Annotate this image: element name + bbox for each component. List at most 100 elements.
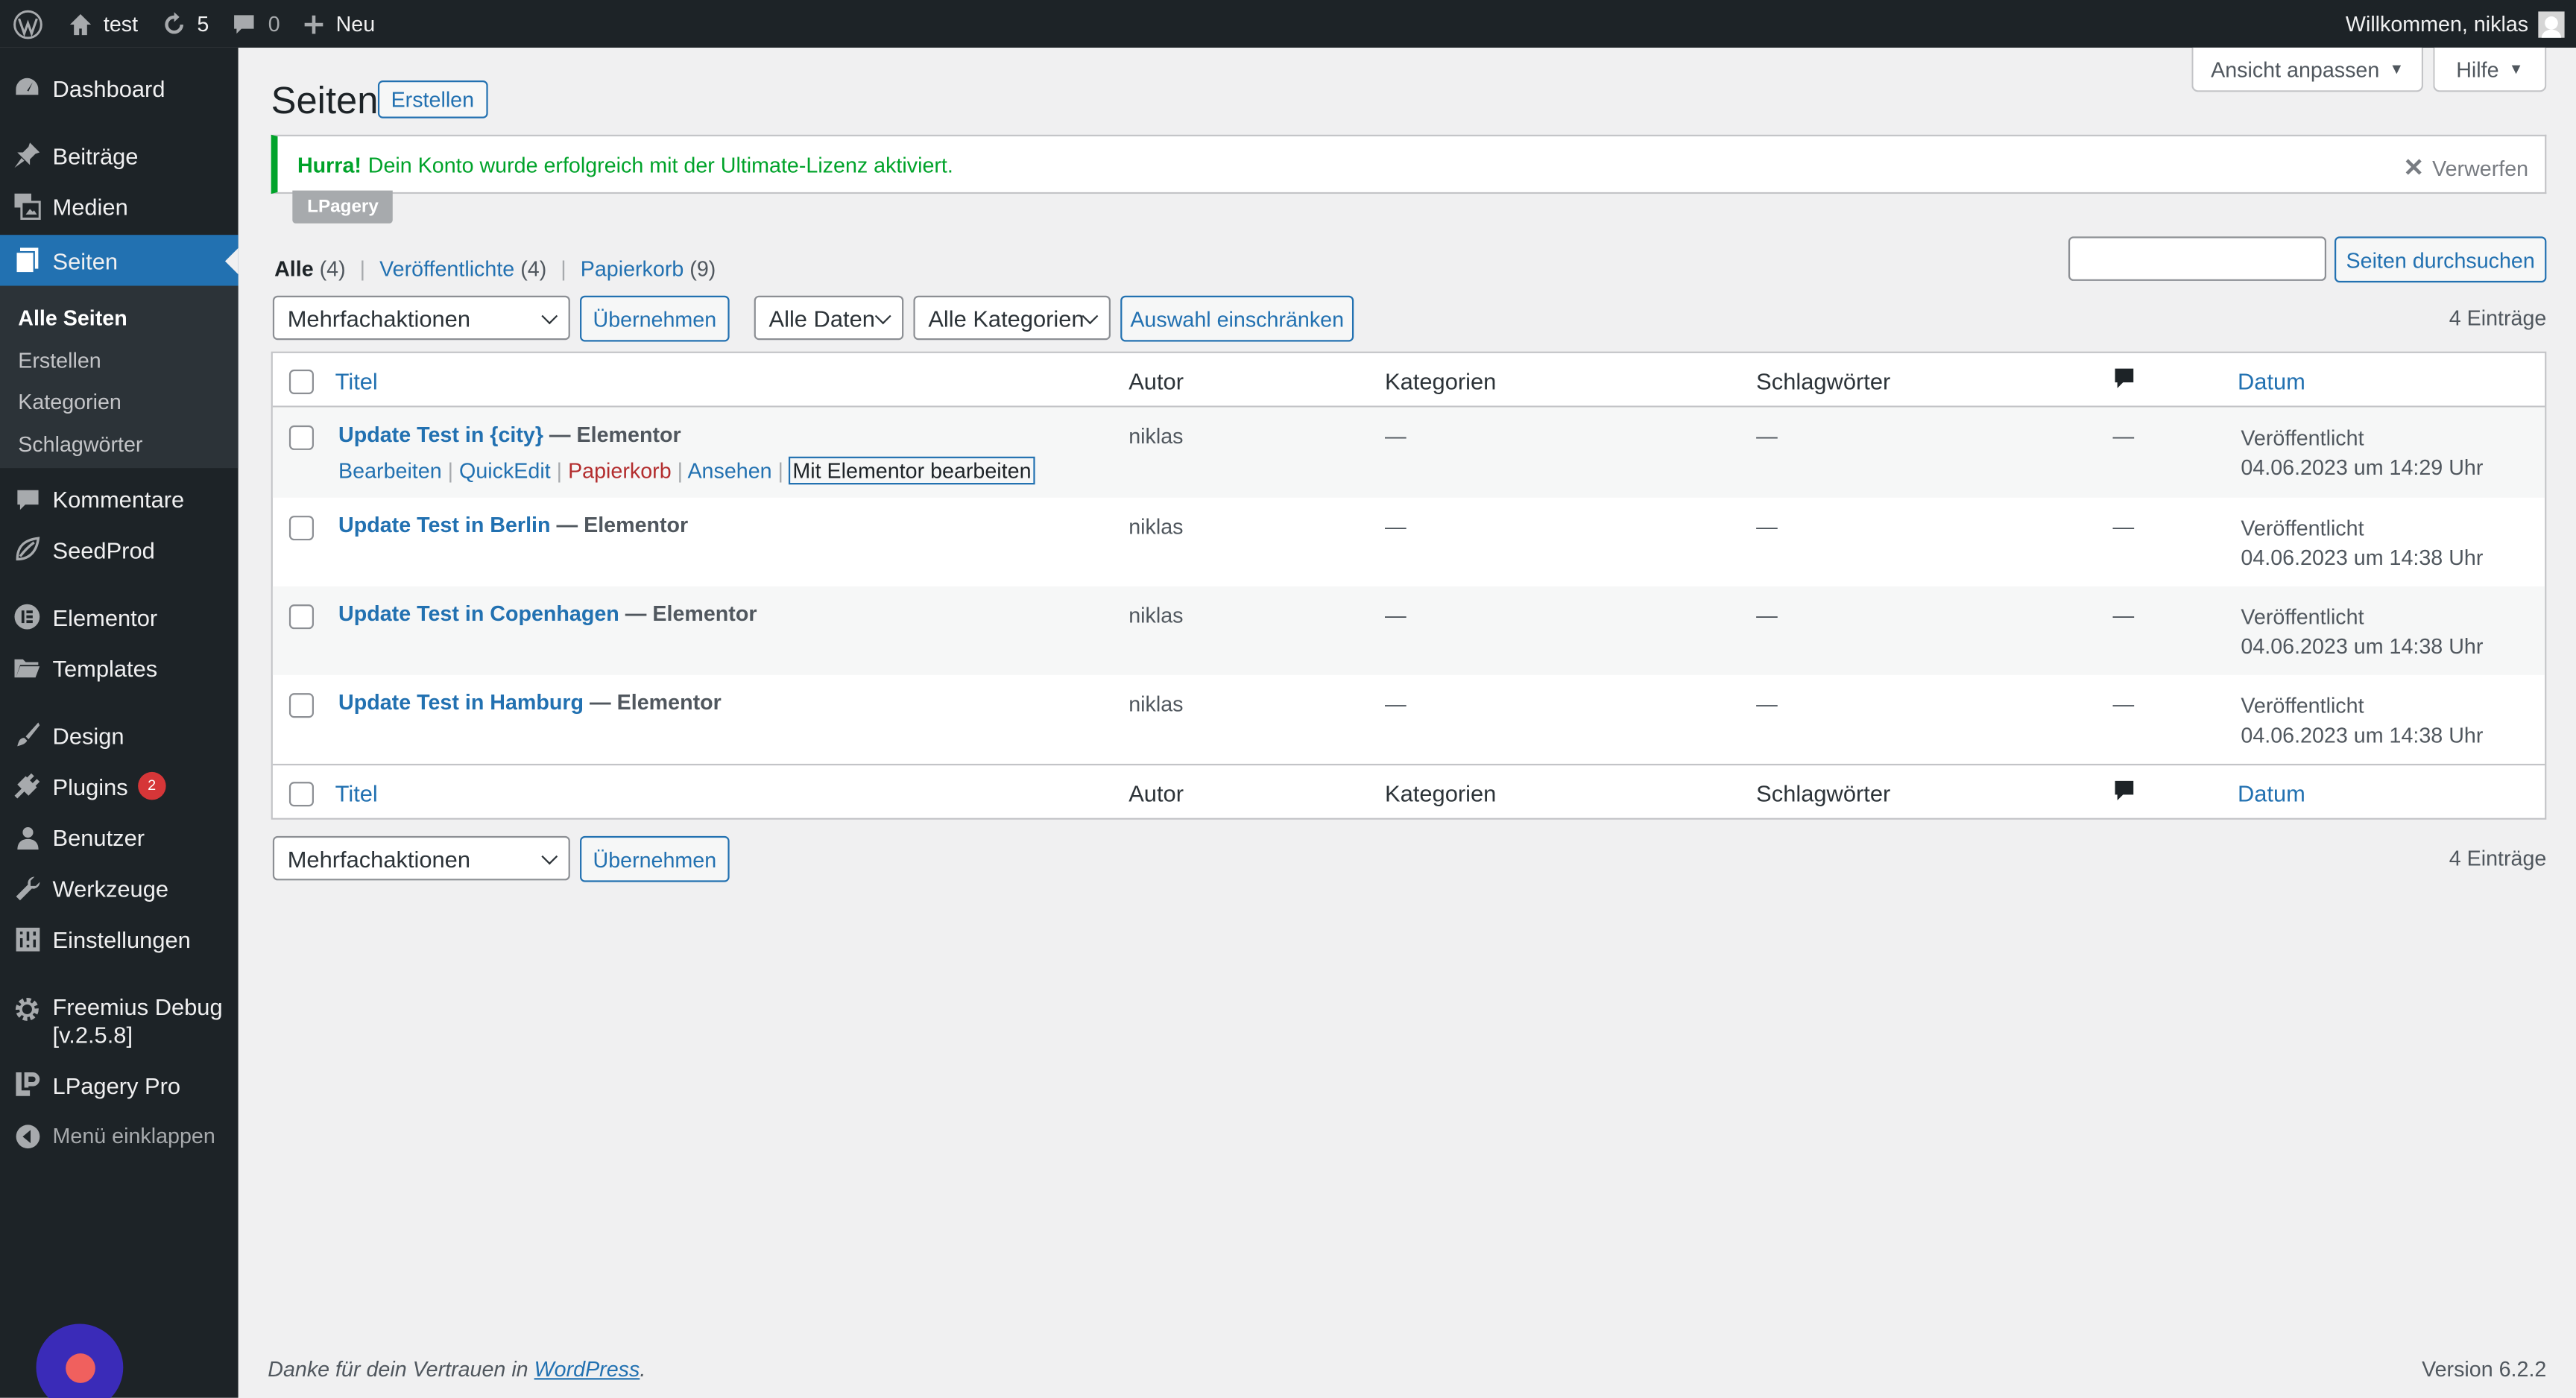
menu-label-wrap: Freemius Debug [v.2.5.8] — [53, 993, 223, 1049]
plus-icon — [305, 14, 324, 34]
site-name-link[interactable]: test — [56, 0, 150, 48]
pin-icon — [13, 142, 41, 169]
filter-button[interactable]: Auswahl einschränken — [1120, 295, 1354, 342]
submenu-all-pages[interactable]: Alle Seiten — [18, 306, 127, 330]
updates-icon — [165, 11, 183, 34]
account-menu[interactable]: Willkommen, niklas — [2346, 0, 2576, 48]
column-date-sort[interactable]: Datum — [2238, 780, 2305, 806]
row-author-link[interactable]: niklas — [1128, 603, 1183, 627]
new-content-link[interactable]: Neu — [291, 0, 387, 48]
menu-pages[interactable]: Seiten — [0, 235, 239, 286]
row-date-value: 04.06.2023 um 14:29 Uhr — [2241, 455, 2484, 480]
submenu-add-new[interactable]: Erstellen — [18, 348, 101, 373]
chevron-down-icon — [541, 848, 558, 865]
submenu-categories[interactable]: Kategorien — [18, 389, 121, 414]
settings-icon — [13, 925, 41, 952]
wrench-icon — [13, 874, 41, 902]
apply-bulk-button[interactable]: Übernehmen — [580, 295, 730, 342]
row-author-link[interactable]: niklas — [1128, 692, 1183, 716]
row-comments: — — [2112, 423, 2135, 449]
bulk-actions-select-bottom[interactable]: Mehrfachaktionen — [272, 835, 570, 881]
floating-record-button[interactable] — [36, 1323, 124, 1398]
edit-with-elementor-link[interactable]: Mit Elementor bearbeiten — [789, 456, 1035, 485]
footer-thanks: Danke für dein Vertrauen in WordPress. — [268, 1357, 645, 1382]
wordpress-logo-icon[interactable] — [0, 0, 56, 48]
menu-lpagery-pro[interactable]: LPagery Pro — [0, 1071, 239, 1098]
separator: | — [561, 256, 566, 281]
comment-icon — [234, 15, 254, 34]
menu-design[interactable]: Design — [0, 721, 239, 749]
updates-link[interactable]: 5 — [150, 0, 221, 48]
view-trash[interactable]: Papierkorb — [581, 256, 684, 281]
row-title-link[interactable]: Update Test in {city} — [338, 422, 543, 446]
menu-templates[interactable]: Templates — [0, 654, 239, 681]
media-icon — [13, 192, 41, 220]
notice-text: Dein Konto wurde erfolgreich mit der Ult… — [367, 151, 953, 177]
row-title-wrap: Update Test in {city} — Elementor — [338, 422, 681, 446]
row-actions: Bearbeiten | QuickEdit | Papierkorb | An… — [338, 456, 1035, 485]
date-filter-select[interactable]: Alle Daten — [754, 295, 904, 341]
bulk-actions-select[interactable]: Mehrfachaktionen — [272, 295, 570, 341]
menu-label: SeedProd — [52, 536, 155, 563]
menu-comments[interactable]: Kommentare — [0, 484, 239, 512]
submenu-tags[interactable]: Schlagwörter — [18, 432, 142, 457]
menu-plugins[interactable]: Plugins 2 — [0, 771, 239, 800]
menu-collapse[interactable]: Menü einklappen — [0, 1122, 239, 1149]
caret-down-icon: ▼ — [2389, 60, 2405, 78]
column-title-sort[interactable]: Titel — [335, 368, 378, 394]
row-author-link[interactable]: niklas — [1128, 424, 1183, 449]
menu-settings[interactable]: Einstellungen — [0, 925, 239, 952]
menu-label: Benutzer — [52, 823, 145, 850]
menu-elementor[interactable]: Elementor — [0, 603, 239, 630]
row-checkbox[interactable] — [288, 425, 314, 450]
menu-dashboard[interactable]: Dashboard — [0, 74, 239, 101]
comments-link[interactable]: 0 — [221, 0, 291, 48]
row-author-link[interactable]: niklas — [1128, 514, 1183, 539]
row-checkbox[interactable] — [288, 693, 314, 718]
apply-bulk-button-bottom[interactable]: Übernehmen — [580, 835, 730, 882]
column-title-sort[interactable]: Titel — [335, 780, 378, 806]
menu-freemius-debug[interactable]: Freemius Debug [v.2.5.8] — [0, 993, 239, 1049]
select-all-checkbox-bottom[interactable] — [288, 782, 314, 807]
dismiss-notice-button[interactable]: ✕ Verwerfen — [2403, 153, 2528, 182]
comment-column-icon[interactable] — [2112, 367, 2135, 394]
view-link[interactable]: Ansehen — [687, 458, 771, 483]
row-checkbox[interactable] — [288, 516, 314, 541]
menu-seedprod[interactable]: SeedProd — [0, 536, 239, 563]
post-state: — Elementor — [619, 601, 757, 626]
add-new-page-button[interactable]: Erstellen — [377, 80, 487, 118]
edit-link[interactable]: Bearbeiten — [338, 458, 442, 483]
menu-label: Freemius Debug — [52, 993, 223, 1020]
row-status: Veröffentlicht — [2241, 425, 2364, 450]
menu-posts[interactable]: Beiträge — [0, 142, 239, 169]
search-pages-button[interactable]: Seiten durchsuchen — [2334, 236, 2547, 283]
screen-options-label: Ansicht anpassen — [2211, 57, 2380, 82]
column-author: Autor — [1128, 367, 1184, 394]
row-title-link[interactable]: Update Test in Hamburg — [338, 690, 584, 715]
row-title-link[interactable]: Update Test in Berlin — [338, 513, 550, 537]
view-published[interactable]: Veröffentlichte — [379, 256, 514, 281]
menu-tools[interactable]: Werkzeuge — [0, 874, 239, 902]
column-date-sort[interactable]: Datum — [2238, 368, 2305, 394]
select-all-checkbox[interactable] — [288, 369, 314, 394]
category-filter-select[interactable]: Alle Kategorien — [913, 295, 1111, 341]
view-published-count: (4) — [520, 256, 547, 281]
help-button[interactable]: Hilfe ▼ — [2433, 47, 2547, 92]
menu-users[interactable]: Benutzer — [0, 823, 239, 850]
trash-link[interactable]: Papierkorb — [568, 458, 672, 483]
quickedit-link[interactable]: QuickEdit — [459, 458, 551, 483]
row-date-value: 04.06.2023 um 14:38 Uhr — [2241, 633, 2484, 659]
row-title-wrap: Update Test in Hamburg — Elementor — [338, 690, 722, 715]
column-categories: Kategorien — [1385, 367, 1497, 394]
view-all[interactable]: Alle — [274, 256, 314, 281]
screen-options-button[interactable]: Ansicht anpassen ▼ — [2191, 47, 2424, 92]
row-checkbox[interactable] — [288, 604, 314, 630]
table-header: Titel Autor Kategorien Schlagwörter Datu… — [272, 353, 2545, 408]
comment-column-icon[interactable] — [2112, 779, 2135, 806]
bulk-actions-value: Mehrfachaktionen — [287, 304, 471, 332]
column-tags: Schlagwörter — [1756, 779, 1891, 807]
row-title-link[interactable]: Update Test in Copenhagen — [338, 601, 619, 626]
search-input[interactable] — [2068, 236, 2327, 281]
menu-media[interactable]: Medien — [0, 192, 239, 220]
wordpress-link[interactable]: WordPress — [534, 1357, 640, 1382]
